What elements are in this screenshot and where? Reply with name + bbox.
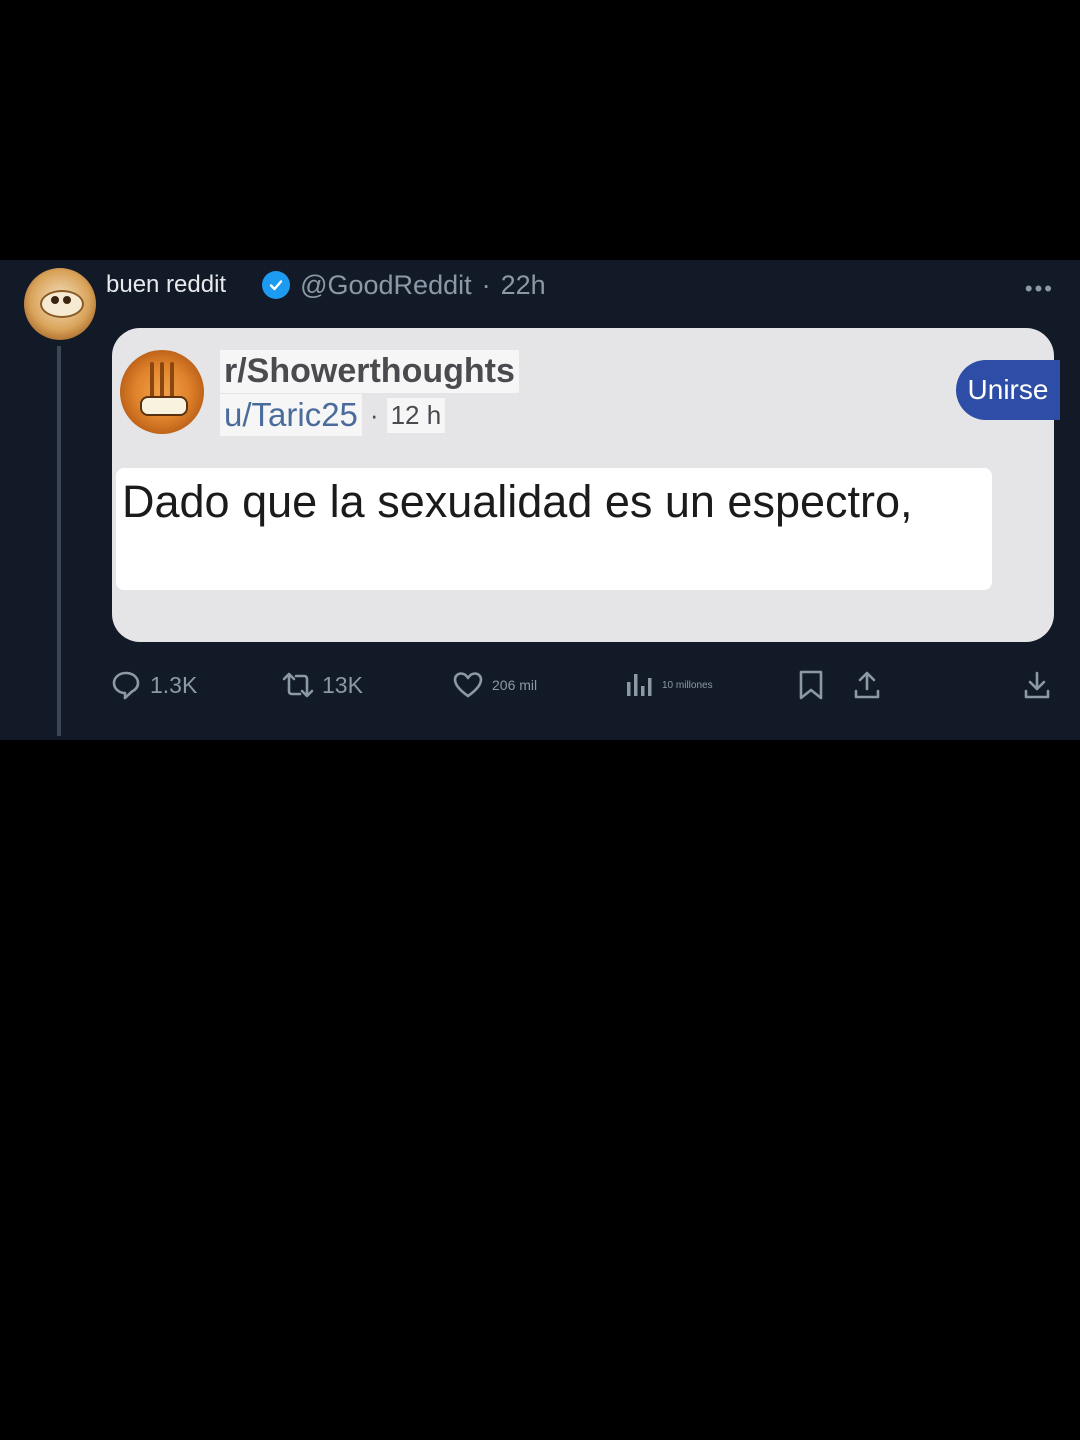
- views-count: 10 millones: [662, 679, 713, 691]
- header-separator: ·: [481, 269, 491, 300]
- avatar-ridge: [160, 362, 164, 398]
- post-text: Dado que la sexualidad es un espectro,: [122, 476, 913, 527]
- thread-line: [57, 346, 61, 736]
- tweet-header: buen reddit @GoodReddit · 22h: [106, 268, 546, 302]
- download-icon: [1024, 671, 1050, 699]
- page: buen reddit @GoodReddit · 22h ••• r/Show…: [0, 0, 1080, 1440]
- join-button[interactable]: Unirse: [956, 360, 1060, 420]
- tweet-actions: 1.3K 13K 206 mil 10 millones: [108, 660, 1058, 710]
- avatar-ridge: [150, 362, 154, 398]
- like-count: 206 mil: [492, 677, 538, 693]
- retweet-button[interactable]: 13K: [282, 660, 363, 710]
- avatar-eyes: [140, 396, 188, 416]
- reply-count: 1.3K: [150, 671, 198, 698]
- retweet-icon: [282, 672, 314, 698]
- post-text-box: Dado que la sexualidad es un espectro,: [116, 468, 992, 590]
- more-icon[interactable]: •••: [1025, 276, 1054, 302]
- bookmark-button[interactable]: [796, 660, 826, 710]
- download-button[interactable]: [1022, 660, 1052, 710]
- share-button[interactable]: [852, 660, 882, 710]
- avatar-eye-right: [63, 296, 71, 304]
- reply-icon: [112, 671, 140, 700]
- avatar-ridge: [170, 362, 174, 398]
- embedded-reddit-post[interactable]: r/Showerthoughts u/Taric25 · 12 h Unirse…: [112, 328, 1060, 642]
- verified-icon: [262, 271, 291, 299]
- avatar-face: [40, 290, 84, 318]
- tweet-time[interactable]: 22h: [501, 270, 546, 301]
- like-icon: [453, 672, 483, 698]
- tweet-card[interactable]: buen reddit @GoodReddit · 22h ••• r/Show…: [0, 260, 1080, 740]
- display-name[interactable]: buen reddit: [106, 271, 226, 299]
- post-username[interactable]: u/Taric25: [220, 394, 362, 436]
- views-button[interactable]: 10 millones: [624, 660, 713, 710]
- retweet-count: 13K: [322, 671, 363, 698]
- subreddit-avatar: [120, 350, 204, 434]
- post-meta: u/Taric25 · 12 h: [220, 394, 446, 436]
- profile-avatar[interactable]: [24, 268, 96, 340]
- handle[interactable]: @GoodReddit: [300, 270, 472, 301]
- bookmark-icon: [799, 670, 823, 700]
- post-time: 12 h: [386, 397, 446, 433]
- meta-separator: ·: [369, 399, 379, 430]
- reply-button[interactable]: 1.3K: [110, 660, 197, 710]
- avatar-eye-left: [51, 296, 59, 304]
- views-icon: [627, 674, 652, 696]
- share-icon: [854, 671, 880, 699]
- subreddit-name[interactable]: r/Showerthoughts: [220, 350, 519, 393]
- like-button[interactable]: 206 mil: [452, 660, 537, 710]
